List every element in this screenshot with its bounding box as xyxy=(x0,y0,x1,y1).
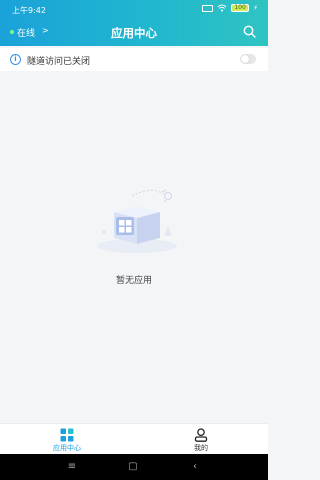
app-bar: 在线 > 应用中心 xyxy=(0,20,268,44)
battery-icon: 100 xyxy=(231,4,250,12)
bottom-tab-bar: 应用中心 我的 xyxy=(0,423,268,454)
empty-box-illustration xyxy=(97,189,177,253)
status-time: 上午9:42 xyxy=(12,6,46,15)
toggle-knob xyxy=(241,55,249,63)
tab-label-app-center: 应用中心 xyxy=(53,444,81,452)
header-bar: 上午9:42 100 ⚡ 在线 > 应用中心 xyxy=(0,0,268,46)
wifi-icon xyxy=(217,4,227,12)
sim-icon xyxy=(202,4,214,12)
search-icon[interactable] xyxy=(243,25,256,38)
apps-grid-icon xyxy=(60,428,74,442)
tunnel-toggle[interactable] xyxy=(240,54,256,64)
tab-me[interactable]: 我的 xyxy=(134,426,268,454)
info-icon: i xyxy=(10,54,21,65)
tab-label-me: 我的 xyxy=(194,444,208,452)
home-icon[interactable]: ▢ xyxy=(127,461,139,473)
status-icons: 100 ⚡ xyxy=(202,4,258,12)
page-title: 应用中心 xyxy=(111,26,157,40)
empty-state-text: 暂无应用 xyxy=(115,276,152,286)
menu-icon[interactable]: ≡ xyxy=(66,461,78,473)
status-bar: 上午9:42 100 ⚡ xyxy=(0,0,268,18)
back-icon[interactable]: ‹ xyxy=(189,461,201,473)
tunnel-status-text: 隧道访问已关闭 xyxy=(27,57,91,67)
tunnel-notice-bar: i 隧道访问已关闭 xyxy=(0,48,268,71)
tab-app-center[interactable]: 应用中心 xyxy=(0,426,134,454)
user-icon xyxy=(194,428,208,442)
charging-bolt-icon: ⚡ xyxy=(253,4,258,12)
system-nav-bar: ≡ ▢ ‹ xyxy=(0,454,268,480)
